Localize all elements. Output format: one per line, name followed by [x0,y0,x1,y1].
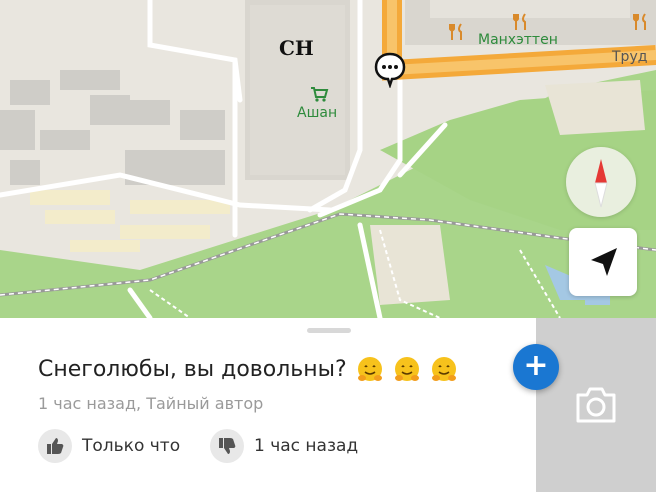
dislike-label: 1 час назад [254,436,359,456]
street-label: Труд [612,49,648,65]
map-view[interactable]: СН Ашан Манхэттен Труд [0,0,656,318]
add-button[interactable]: + [513,344,559,390]
thumbs-down-icon [210,429,244,463]
fork-knife-icon [633,13,646,30]
fork-knife-icon [513,13,526,30]
building-label-ch: СН [279,36,314,60]
navigation-arrow-icon [591,248,617,276]
hugging-face-emoji-icon [431,357,456,381]
comment-bubble-icon[interactable] [373,52,407,88]
cart-icon [311,87,329,102]
dislike-button[interactable]: 1 час назад [210,429,359,463]
restaurant-label: Манхэттен [478,32,558,48]
sheet-grabber[interactable] [307,328,351,333]
like-button[interactable]: Только что [38,429,181,463]
camera-icon[interactable] [574,385,618,425]
post-title: Снеголюбы, вы довольны? [38,356,458,384]
fork-knife-icon [449,23,462,40]
compass-button[interactable] [566,147,636,217]
like-label: Только что [82,436,181,456]
thumbs-up-icon [38,429,72,463]
post-meta: 1 час назад, Тайный автор [38,394,264,413]
compass-icon [594,159,608,208]
my-location-button[interactable] [569,228,637,296]
hugging-face-emoji-icon [357,357,382,381]
hugging-face-emoji-icon [394,357,419,381]
store-label: Ашан [297,105,338,121]
